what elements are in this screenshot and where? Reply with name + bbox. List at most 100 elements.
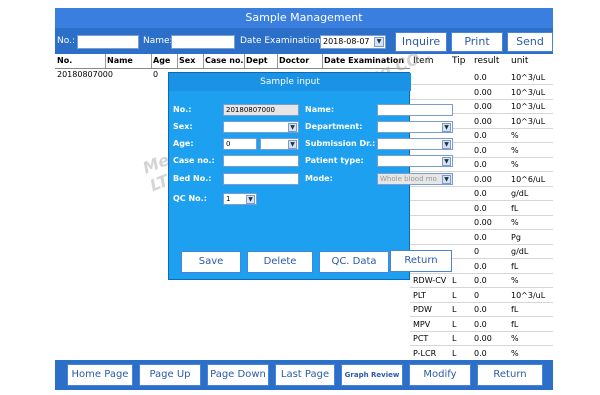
name-label: Name: [143, 36, 173, 46]
result-tip: L [452, 276, 457, 285]
no-input[interactable] [77, 35, 139, 49]
dialog-dept-label: Department: [305, 122, 363, 131]
dialog-age-field[interactable]: 0 [223, 138, 257, 150]
col-date-examination: Date Examination [324, 56, 405, 65]
print-button[interactable]: Print [451, 32, 503, 52]
col-item: Item [413, 56, 434, 66]
dialog-bed-field[interactable] [223, 173, 299, 185]
dialog-submission-label: Submission Dr.: [305, 139, 376, 148]
col-name: Name [107, 56, 133, 65]
result-row[interactable]: 0.00% [410, 215, 553, 230]
dialog-age-unit-select[interactable]: ▼ [260, 138, 299, 150]
page-up-button[interactable]: Page Up [139, 364, 201, 386]
col-sex: Sex [179, 56, 196, 65]
result-result: 0.0 [474, 305, 487, 314]
result-unit: g/dL [511, 247, 529, 256]
result-result: 0 [474, 247, 480, 256]
result-result: 0.00 [474, 116, 492, 126]
result-unit: fL [511, 319, 519, 329]
name-input[interactable] [171, 35, 235, 49]
col-divider [105, 54, 106, 68]
last-page-button[interactable]: Last Page [275, 364, 335, 386]
result-result: 0.00 [474, 334, 492, 343]
dialog-patient-type-label: Patient type: [305, 156, 364, 165]
dialog-age-value: 0 [226, 140, 231, 148]
result-item: PDW [413, 305, 432, 314]
result-unit: % [511, 160, 519, 169]
result-row[interactable]: 0.0 Pg [410, 230, 553, 245]
result-result: 0.00 [474, 102, 492, 111]
dialog-return-button[interactable]: Return [390, 250, 452, 272]
col-divider [277, 54, 278, 68]
result-row[interactable]: RDW-CV L 0.0% [410, 273, 553, 288]
result-unit: 10^3/uL [511, 73, 546, 82]
result-unit: % [511, 218, 519, 227]
dialog-no-value: 20180807000 [226, 106, 275, 114]
result-unit: 10^6/uL [511, 174, 546, 184]
col-unit: unit [511, 56, 529, 66]
result-unit: % [511, 348, 519, 358]
result-unit: % [511, 145, 519, 155]
dialog-patient-type-select[interactable]: ▼ [377, 155, 453, 167]
modify-button[interactable]: Modify [409, 364, 471, 386]
save-button[interactable]: Save [181, 251, 241, 273]
chevron-down-icon: ▼ [288, 140, 297, 149]
graph-review-button[interactable]: Graph Review [341, 364, 403, 386]
dialog-qc-select[interactable]: 1 ▼ [223, 193, 257, 205]
dialog-dept-select[interactable]: ▼ [377, 121, 453, 133]
result-unit: fL [511, 305, 519, 314]
dialog-submission-select[interactable]: ▼ [377, 138, 453, 150]
result-row[interactable]: MPV L 0.0 fL [410, 317, 553, 332]
result-row[interactable]: PLT L 0 10^3/uL [410, 288, 553, 303]
result-result: 0.0 [474, 160, 487, 169]
chevron-down-icon: ▼ [246, 195, 255, 204]
chevron-down-icon: ▼ [374, 37, 384, 47]
inquire-button[interactable]: Inquire [395, 32, 447, 52]
result-row[interactable]: P-LCR L 0.0% [410, 346, 553, 361]
result-result: 0.00 [474, 174, 492, 184]
chevron-down-icon: ▼ [442, 140, 451, 149]
result-unit: fL [511, 261, 519, 271]
result-result: 0 [474, 290, 480, 300]
page-down-button[interactable]: Page Down [207, 364, 269, 386]
result-result: 0.00 [474, 218, 492, 227]
result-item: P-LCR [413, 348, 437, 358]
dialog-mode-value: Whole blood mo [380, 175, 437, 183]
qc-data-button[interactable]: QC. Data [319, 251, 389, 273]
result-row[interactable]: 0.0 fL [410, 201, 553, 216]
no-label: No.: [57, 36, 75, 46]
result-row[interactable]: 0.0 10^3/uL [410, 70, 553, 85]
return-button[interactable]: Return [477, 364, 543, 386]
result-unit: 10^3/uL [511, 290, 546, 300]
dialog-mode-select[interactable]: Whole blood mo ▼ [377, 173, 453, 185]
result-row[interactable]: 0.00 10^3/uL [410, 85, 553, 100]
delete-button[interactable]: Delete [247, 251, 313, 273]
result-row[interactable]: PDW L 0.0 fL [410, 302, 553, 317]
result-result: 0.0 [474, 276, 487, 285]
col-tip: Tip [452, 56, 466, 66]
result-unit: 10^3/uL [511, 102, 546, 111]
result-row[interactable]: 0.0 g/dL [410, 186, 553, 201]
home-page-button[interactable]: Home Page [67, 364, 133, 386]
sample-input-dialog: Sample input No.: 20180807000 Sex: ▼ Age… [168, 72, 453, 280]
header-divider [55, 68, 410, 69]
result-row[interactable]: PCT L 0.00% [410, 331, 553, 346]
result-unit: fL [511, 203, 519, 213]
row-age[interactable]: 0 [153, 70, 158, 79]
chevron-down-icon: ▼ [442, 175, 451, 184]
dialog-name-field[interactable] [377, 104, 453, 116]
send-button[interactable]: Send [507, 32, 553, 52]
col-result: result [474, 56, 500, 66]
result-unit: 10^3/uL [511, 87, 546, 97]
row-no[interactable]: 20180807000 [57, 70, 113, 79]
dialog-no-field[interactable]: 20180807000 [223, 104, 299, 116]
result-result: 0.0 [474, 203, 487, 213]
col-no: No. [57, 56, 73, 65]
result-item: PCT [413, 334, 429, 343]
date-select[interactable]: 2018-08-07 ▼ [320, 35, 386, 49]
col-divider [322, 54, 323, 68]
dialog-case-field[interactable] [223, 155, 299, 167]
dialog-no-label: No.: [173, 105, 192, 114]
dialog-sex-select[interactable]: ▼ [223, 121, 299, 133]
chevron-down-icon: ▼ [288, 123, 297, 132]
